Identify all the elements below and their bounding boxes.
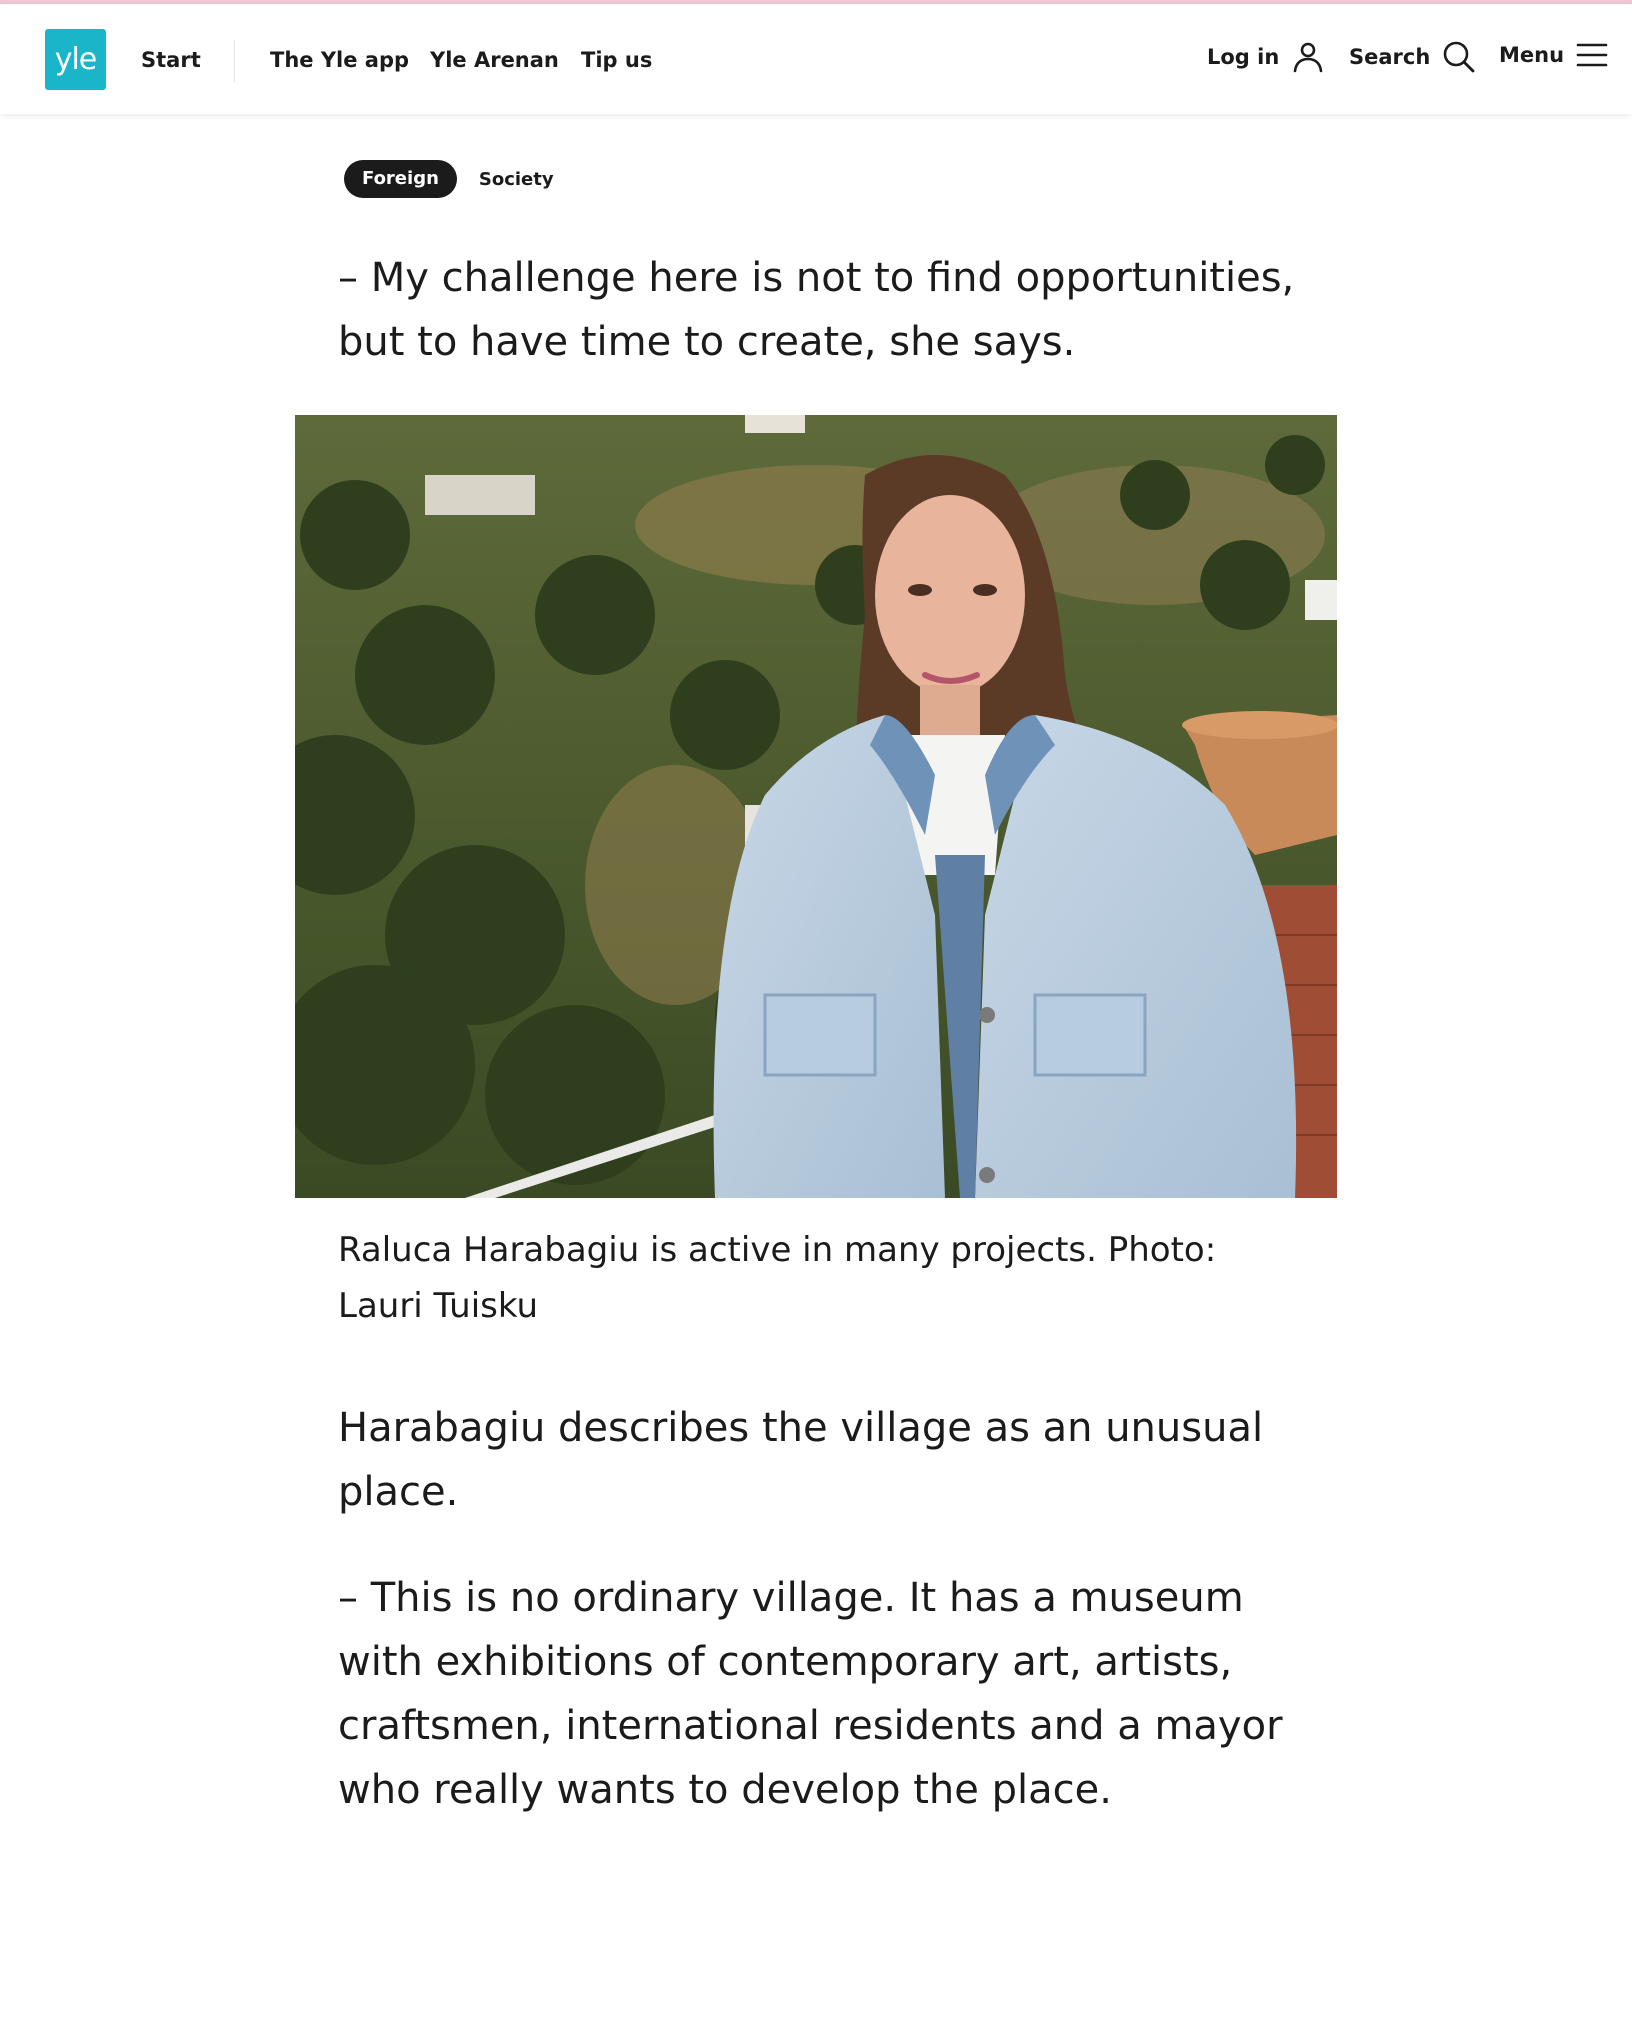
search-label: Search	[1349, 45, 1431, 69]
menu-label: Menu	[1499, 43, 1565, 67]
photo-caption: Raluca Harabagiu is active in many proje…	[338, 1230, 1217, 1326]
nav-divider	[234, 40, 235, 82]
search-button[interactable]: Search	[1349, 40, 1476, 74]
login-label: Log in	[1207, 45, 1280, 69]
nav-yle-arenan[interactable]: Yle Arenan	[430, 46, 559, 74]
article-paragraph: Harabagiu describes the village as an un…	[338, 1405, 1264, 1515]
site-header: yle Start The Yle app Yle Arenan Tip us …	[0, 4, 1632, 114]
article-quote: – My challenge here is not to find oppor…	[338, 255, 1295, 365]
login-button[interactable]: Log in	[1207, 40, 1325, 74]
nav-start[interactable]: Start	[141, 46, 201, 74]
menu-button[interactable]: Menu	[1499, 40, 1608, 70]
menu-icon	[1576, 40, 1608, 70]
article-quote-2: – This is no ordinary village. It has a …	[338, 1575, 1283, 1813]
tag-society[interactable]: Society	[479, 169, 554, 190]
article-photo	[295, 415, 1337, 1198]
yle-logo[interactable]: yle	[45, 29, 106, 90]
search-icon	[1442, 40, 1476, 74]
nav-yle-app[interactable]: The Yle app	[270, 46, 409, 74]
nav-tip-us[interactable]: Tip us	[581, 46, 652, 74]
user-icon	[1291, 40, 1325, 74]
article-tags: Foreign Society	[344, 160, 554, 198]
tag-foreign[interactable]: Foreign	[344, 160, 457, 198]
